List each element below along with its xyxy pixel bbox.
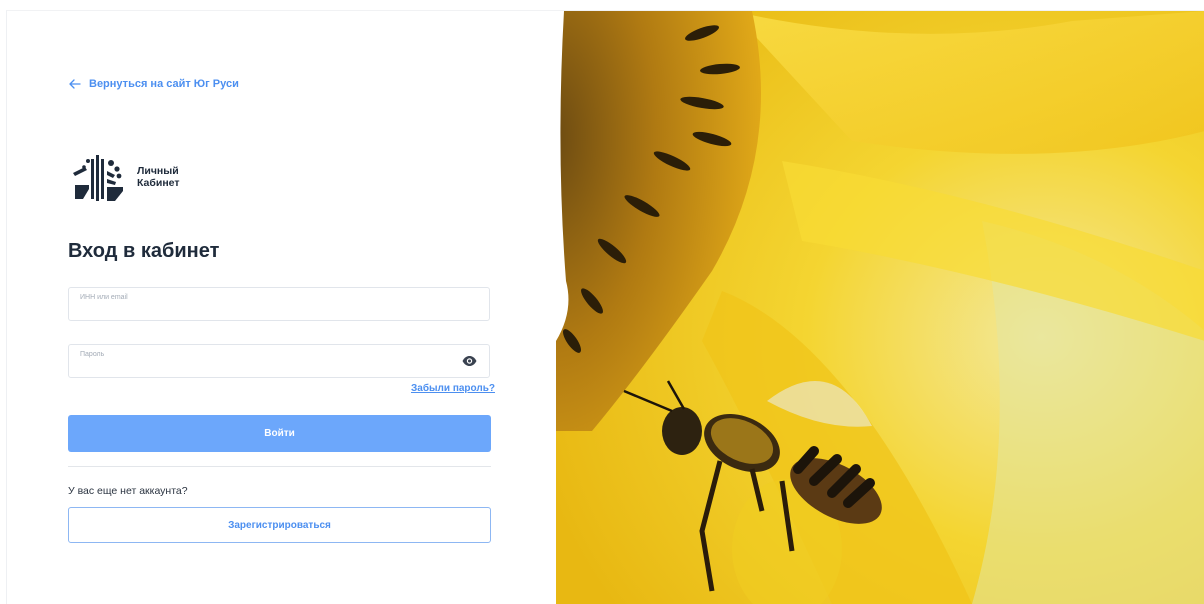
- arrow-left-icon: [69, 79, 81, 89]
- login-input[interactable]: [79, 303, 463, 319]
- forgot-password-link[interactable]: Забыли пароль?: [411, 383, 495, 394]
- password-field-label: Пароль: [80, 351, 105, 358]
- page-title: Вход в кабинет: [68, 240, 220, 262]
- login-field[interactable]: ИНН или email: [68, 287, 490, 321]
- divider: [68, 466, 491, 467]
- password-input[interactable]: [79, 360, 463, 376]
- eye-icon[interactable]: [462, 355, 477, 367]
- auth-page: Вернуться на сайт Юг Руси Личный Кабинет…: [6, 10, 1204, 604]
- logo: Личный Кабинет: [67, 145, 180, 209]
- password-field[interactable]: Пароль: [68, 344, 490, 378]
- logo-text-line1: Личный: [137, 165, 179, 177]
- back-to-site-link[interactable]: Вернуться на сайт Юг Руси: [69, 78, 239, 90]
- logo-emblem-icon: [73, 155, 123, 201]
- logo-text-line2: Кабинет: [137, 177, 180, 189]
- login-button[interactable]: Войти: [68, 415, 491, 452]
- hero-image: [552, 11, 1204, 604]
- login-field-label: ИНН или email: [80, 294, 128, 301]
- back-link-label: Вернуться на сайт Юг Руси: [89, 78, 239, 90]
- no-account-text: У вас еще нет аккаунта?: [68, 485, 188, 497]
- register-button[interactable]: Зарегистрироваться: [68, 507, 491, 543]
- login-panel: Вернуться на сайт Юг Руси Личный Кабинет…: [7, 11, 553, 604]
